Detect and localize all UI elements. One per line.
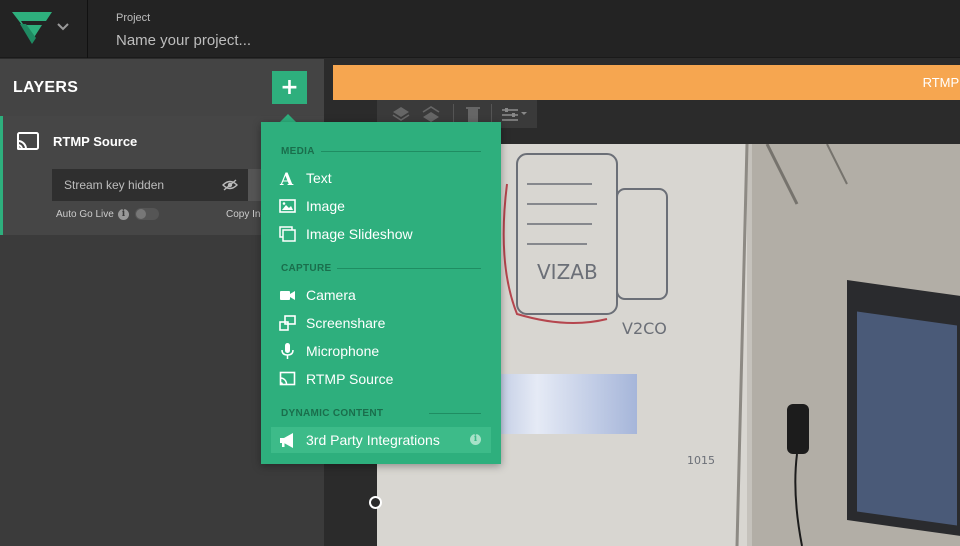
image-icon (279, 199, 296, 213)
auto-go-live-toggle[interactable] (135, 208, 159, 220)
text-icon: A (279, 170, 294, 186)
add-layer-menu: MEDIA A Text Image Image Slideshow CAPTU… (261, 122, 501, 464)
chevron-down-icon[interactable] (56, 20, 70, 34)
menu-item-label: 3rd Party Integrations (306, 432, 440, 448)
menu-item-text[interactable]: A Text (271, 165, 491, 191)
svg-text:1015: 1015 (687, 454, 715, 467)
app-logo-icon[interactable] (12, 12, 52, 46)
toolbar-divider (491, 104, 492, 124)
menu-arrow (280, 114, 296, 122)
megaphone-icon (280, 433, 293, 448)
info-icon[interactable]: i (118, 209, 129, 220)
add-layer-button[interactable]: + (272, 71, 307, 104)
copy-ingest-link[interactable]: Copy Ingest (226, 209, 264, 220)
slideshow-icon (279, 226, 296, 242)
settings-sliders-icon[interactable] (499, 104, 529, 124)
status-banner-text: RTMP source is being (922, 75, 960, 90)
menu-item-label: RTMP Source (306, 371, 394, 387)
menu-item-camera[interactable]: Camera (271, 282, 491, 308)
menu-item-label: Image Slideshow (306, 226, 413, 242)
menu-item-microphone[interactable]: Microphone (271, 338, 491, 364)
menu-item-image-slideshow[interactable]: Image Slideshow (271, 221, 491, 247)
screenshare-icon (279, 315, 296, 331)
info-icon[interactable]: i (470, 434, 481, 445)
section-divider (321, 151, 481, 152)
svg-text:VIZAB: VIZAB (537, 260, 598, 284)
stream-key-field[interactable]: Stream key hidden (52, 169, 248, 201)
section-divider (429, 413, 481, 414)
project-name-input[interactable] (116, 30, 476, 50)
trash-icon[interactable] (463, 104, 483, 124)
menu-item-image[interactable]: Image (271, 193, 491, 219)
auto-go-live-label: Auto Go Live (56, 209, 114, 220)
layer-name: RTMP Source (53, 134, 138, 149)
top-bar: Project (0, 0, 960, 58)
camera-icon (280, 291, 295, 300)
resize-handle[interactable] (369, 496, 382, 509)
menu-item-label: Microphone (306, 343, 380, 359)
project-label: Project (116, 12, 151, 24)
section-divider (337, 268, 481, 269)
menu-section-dynamic-content: DYNAMIC CONTENT (281, 408, 384, 419)
menu-item-label: Screenshare (306, 315, 386, 331)
menu-item-label: Text (306, 170, 332, 186)
menu-item-label: Image (306, 198, 345, 214)
layers-title: LAYERS (13, 79, 79, 96)
status-banner: RTMP source is being (333, 65, 960, 100)
rtmp-icon (279, 371, 296, 386)
menu-item-3rd-party-integrations[interactable]: 3rd Party Integrations i (271, 427, 491, 453)
menu-item-rtmp-source[interactable]: RTMP Source (271, 366, 491, 392)
eye-hidden-icon[interactable] (222, 178, 238, 192)
menu-item-label: Camera (306, 287, 356, 303)
menu-section-capture: CAPTURE (281, 263, 332, 274)
microphone-icon (281, 343, 294, 359)
svg-text:V2CO: V2CO (622, 319, 667, 338)
stream-key-text: Stream key hidden (64, 178, 165, 192)
toolbar-divider (453, 104, 454, 124)
layer-down-icon[interactable] (421, 104, 441, 124)
top-divider (87, 0, 88, 58)
layers-header: LAYERS + (0, 59, 324, 116)
toggle-knob (136, 209, 146, 219)
rtmp-icon (17, 132, 39, 150)
menu-section-media: MEDIA (281, 146, 315, 157)
layer-up-icon[interactable] (391, 104, 411, 124)
svg-text:A: A (279, 170, 294, 186)
menu-item-screenshare[interactable]: Screenshare (271, 310, 491, 336)
